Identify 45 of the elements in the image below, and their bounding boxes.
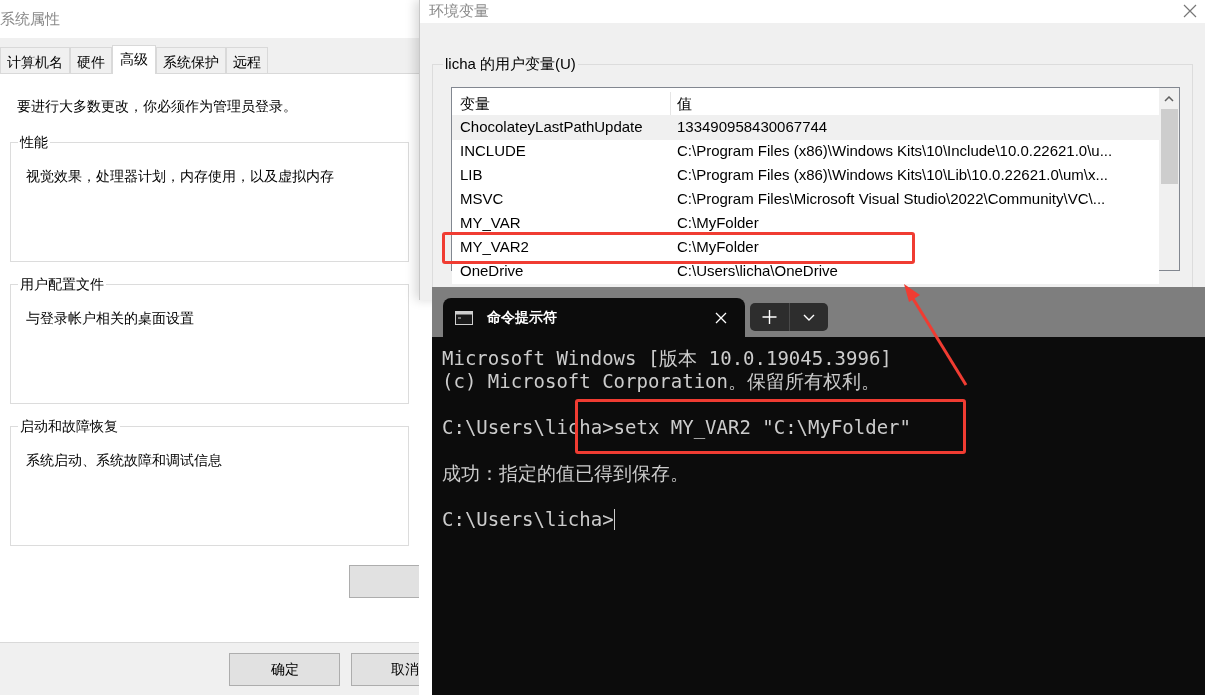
tab-title: 命令提示符 xyxy=(487,308,557,327)
notice-text: 要进行大多数更改，你必须作为管理员登录。 xyxy=(16,97,298,116)
scroll-up-icon[interactable] xyxy=(1164,95,1174,102)
variable-value: C:\Program Files\Microsoft Visual Studio\2022\Community\VC\... xyxy=(676,189,1107,210)
text-cursor xyxy=(613,509,615,530)
console-line: 成功：指定的值已得到保存。 xyxy=(442,462,689,485)
variable-name: LIB xyxy=(459,165,484,186)
scrollbar[interactable] xyxy=(1159,87,1179,270)
console-line: C:\Users\licha> xyxy=(442,508,614,531)
variable-value: C:\Program Files (x86)\Windows Kits\10\Lib\10.0.22621.0\um\x... xyxy=(676,165,1109,186)
group-title: 性能 xyxy=(18,133,50,151)
group-title: 启动和故障恢复 xyxy=(18,417,120,435)
tab[interactable]: 计算机名 xyxy=(0,47,70,73)
tab[interactable]: 硬件 xyxy=(70,47,112,73)
variable-value: C:\Users\licha\OneDrive xyxy=(676,261,839,282)
column-header[interactable]: 变量 xyxy=(452,91,671,115)
variable-name: MY_VAR2 xyxy=(459,237,530,258)
variable-value: C:\MyFolder xyxy=(676,213,760,234)
variable-value: C:\MyFolder xyxy=(676,237,760,258)
group-description: 视觉效果，处理器计划，内存使用，以及虚拟内存 xyxy=(26,168,334,184)
variable-value: C:\Program Files (x86)\Windows Kits\10\Include\10.0.22621.0\u... xyxy=(676,141,1114,162)
tab[interactable]: 远程 xyxy=(226,47,268,73)
variable-name: MY_VAR xyxy=(459,213,522,234)
variable-name: ChocolateyLastPathUpdate xyxy=(459,117,644,138)
terminal-tab[interactable]: 命令提示符 xyxy=(443,298,745,337)
variable-name: MSVC xyxy=(459,189,505,210)
tab[interactable]: 高级 xyxy=(112,45,156,74)
variable-name: INCLUDE xyxy=(459,141,527,162)
group-title: 用户配置文件 xyxy=(18,275,106,293)
dialog-button[interactable]: 取消 xyxy=(351,652,419,686)
variable-row[interactable]: ChocolateyLastPathUpdate 133490958430067744 xyxy=(452,115,1159,140)
dialog-button[interactable]: 确定 xyxy=(229,652,340,686)
console-line: Microsoft Windows [版本 10.0.19045.3996] xyxy=(442,347,892,370)
console-line: (c) Microsoft Corporation。保留所有权利。 xyxy=(442,370,880,393)
group-description: 与登录帐户相关的桌面设置 xyxy=(26,310,194,326)
window-title: 系统属性 xyxy=(0,8,60,29)
window-title: 环境变量 xyxy=(429,1,489,21)
tab[interactable]: 系统保护 xyxy=(156,47,226,73)
column-header[interactable]: 值 xyxy=(671,91,1159,115)
group-description: 系统启动、系统故障和调试信息 xyxy=(26,452,222,468)
variable-value: 133490958430067744 xyxy=(676,117,829,138)
scrollbar-thumb[interactable] xyxy=(1160,108,1178,184)
group-title: licha 的用户变量(U) xyxy=(443,53,578,74)
variable-name: OneDrive xyxy=(459,261,525,282)
terminal-icon xyxy=(455,310,473,325)
